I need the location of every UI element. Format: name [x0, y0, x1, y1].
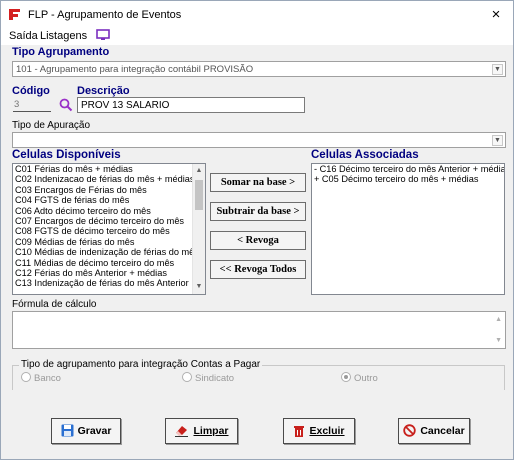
menu-listagens[interactable]: Listagens — [40, 30, 87, 42]
title-bar: FLP - Agrupamento de Eventos × — [1, 1, 513, 28]
menu-saida[interactable]: Saída — [9, 30, 38, 42]
cancel-icon — [403, 424, 417, 437]
close-button[interactable]: × — [479, 1, 513, 28]
list-item[interactable]: C10 Médias de indenização de férias do m… — [13, 247, 205, 257]
chevron-down-icon[interactable]: ▼ — [492, 135, 503, 146]
excluir-label: Excluir — [309, 425, 345, 437]
main-window: FLP - Agrupamento de Eventos × Saída Lis… — [0, 0, 514, 460]
menu-bar: Saída Listagens — [1, 28, 513, 45]
list-item[interactable]: C06 Adto décimo terceiro do mês — [13, 206, 205, 216]
radio-sindicato-label: Sindicato — [195, 373, 235, 384]
descricao-label: Descrição — [77, 85, 130, 97]
tipo-agrupamento-value: 101 - Agrupamento para integração contáb… — [16, 64, 254, 75]
disponiveis-list[interactable]: C01 Férias do mês + médias C02 Indenizac… — [12, 163, 206, 295]
scroll-thumb[interactable] — [195, 180, 203, 210]
gravar-button[interactable]: Gravar — [51, 418, 121, 444]
list-item[interactable]: C07 Encargos de décimo terceiro do mês — [13, 216, 205, 226]
disponiveis-scrollbar[interactable]: ▲ ▼ — [192, 164, 205, 294]
save-icon — [61, 424, 74, 437]
excluir-button[interactable]: Excluir — [283, 418, 355, 444]
chevron-down-icon[interactable]: ▼ — [495, 337, 502, 344]
tipo-apuracao-combo[interactable]: ▼ — [12, 132, 506, 148]
list-item[interactable]: C08 FGTS de décimo terceiro do mês — [13, 226, 205, 236]
codigo-value: 3 — [14, 99, 20, 110]
tipo-agrupamento-label: Tipo Agrupamento — [12, 46, 110, 58]
formula-textarea[interactable]: ▲ ▼ — [12, 311, 506, 349]
list-item[interactable]: C13 Indenização de férias do mês Anterio… — [13, 278, 205, 288]
revoga-todos-button[interactable]: << Revoga Todos — [210, 260, 306, 279]
descricao-field[interactable]: PROV 13 SALARIO — [77, 97, 305, 113]
chevron-down-icon[interactable]: ▼ — [492, 64, 503, 75]
revoga-button[interactable]: < Revoga — [210, 231, 306, 250]
app-logo-icon — [9, 9, 20, 20]
radio-banco[interactable]: Banco — [21, 372, 61, 384]
radio-circle-icon — [182, 372, 192, 382]
formula-label: Fórmula de cálculo — [12, 299, 97, 310]
cancelar-button[interactable]: Cancelar — [398, 418, 470, 444]
tipo-agrupamento-combo[interactable]: 101 - Agrupamento para integração contáb… — [12, 61, 506, 77]
trash-icon — [294, 426, 305, 437]
cancelar-label: Cancelar — [420, 425, 465, 437]
gravar-label: Gravar — [77, 425, 112, 437]
somar-button[interactable]: Somar na base > — [210, 173, 306, 192]
disponiveis-rows: C01 Férias do mês + médias C02 Indenizac… — [13, 164, 205, 289]
list-item[interactable]: C04 FGTS de férias do mês — [13, 195, 205, 205]
radio-outro[interactable]: Outro — [341, 372, 378, 384]
window-title: FLP - Agrupamento de Eventos — [28, 9, 182, 21]
chevron-down-icon[interactable]: ▼ — [193, 281, 205, 293]
radio-outro-label: Outro — [354, 373, 378, 384]
radio-circle-icon — [21, 372, 31, 382]
chevron-up-icon[interactable]: ▲ — [495, 316, 502, 323]
codigo-label: Código — [12, 85, 50, 97]
search-icon[interactable] — [59, 98, 73, 112]
list-item[interactable]: C11 Médias de décimo terceiro do mês — [13, 258, 205, 268]
list-item[interactable]: C09 Médias de férias do mês — [13, 237, 205, 247]
menu-saida-label: Saída — [9, 30, 38, 42]
chevron-up-icon[interactable]: ▲ — [193, 165, 205, 177]
associadas-list[interactable]: - C16 Décimo terceiro do mês Anterior + … — [311, 163, 505, 295]
limpar-label: Limpar — [193, 425, 229, 437]
radio-selected-icon — [341, 372, 351, 382]
list-item[interactable]: - C16 Décimo terceiro do mês Anterior + … — [312, 164, 504, 174]
radio-banco-label: Banco — [34, 373, 61, 384]
descricao-value: PROV 13 SALARIO — [81, 100, 170, 111]
list-item[interactable]: C02 Indenizacao de férias do mês + média… — [13, 174, 205, 184]
integracao-label: Tipo de agrupamento para integração Cont… — [19, 359, 263, 370]
codigo-field[interactable]: 3 — [12, 97, 54, 113]
eraser-icon — [175, 426, 189, 437]
list-item[interactable]: + C05 Décimo terceiro do mês + médias — [312, 174, 504, 184]
limpar-button[interactable]: Limpar — [165, 418, 238, 444]
list-item[interactable]: C12 Férias do mês Anterior + médias — [13, 268, 205, 278]
tipo-apuracao-label: Tipo de Apuração — [12, 120, 91, 131]
menu-listagens-label: Listagens — [40, 30, 88, 42]
subtrair-button[interactable]: Subtrair da base > — [210, 202, 306, 221]
list-item[interactable]: C03 Encargos de Férias do mês — [13, 185, 205, 195]
radio-sindicato[interactable]: Sindicato — [182, 372, 234, 384]
integracao-group: Tipo de agrupamento para integração Cont… — [12, 359, 505, 390]
associadas-label: Celulas Associadas — [311, 149, 419, 161]
list-item[interactable]: C01 Férias do mês + médias — [13, 164, 205, 174]
codigo-underline — [13, 111, 51, 112]
disponiveis-label: Celulas Disponíveis — [12, 149, 121, 161]
monitor-icon[interactable] — [96, 29, 110, 41]
